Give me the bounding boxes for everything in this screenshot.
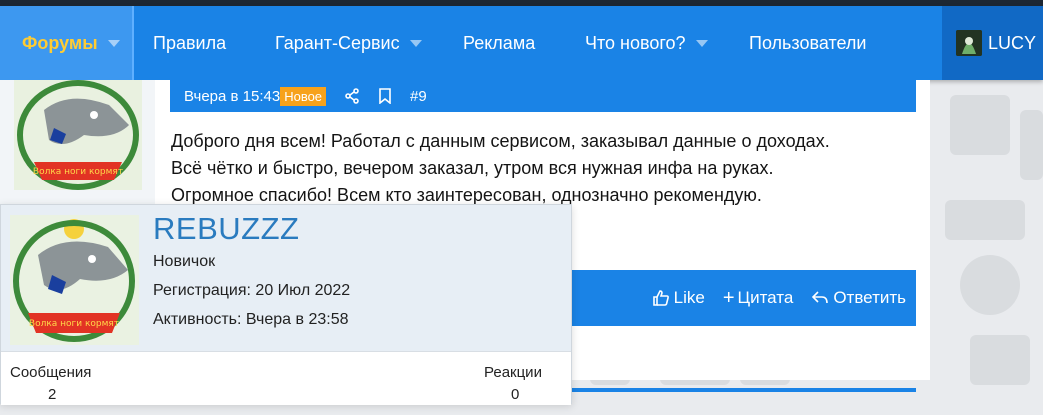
quote-button[interactable]: + Цитата	[723, 288, 794, 308]
nav-item-garant-service[interactable]: Гарант-Сервис	[275, 6, 422, 80]
chevron-down-icon[interactable]	[107, 39, 120, 47]
post-timestamp[interactable]: Вчера в 15:43	[184, 88, 280, 105]
nav-item-label: Правила	[153, 32, 227, 53]
post-actions-bar: Like + Цитата Ответить	[570, 270, 916, 326]
new-badge: Новое	[280, 86, 327, 106]
member-username[interactable]: REBUZZZ	[153, 211, 299, 247]
post-text-line: Доброго дня всем! Работал с данным серви…	[171, 131, 830, 151]
nav-item-forums[interactable]: Форумы	[22, 6, 120, 80]
plus-icon: +	[722, 287, 735, 309]
member-activity: Активность: Вчера в 23:58	[153, 311, 349, 328]
nav-item-rules[interactable]: Правила	[153, 6, 226, 80]
reactions-label: Реакции	[484, 364, 542, 381]
reactions-count[interactable]: 0	[511, 386, 519, 403]
thumbs-up-icon	[652, 290, 669, 306]
post-message: Доброго дня всем! Работал с данным серви…	[171, 128, 921, 209]
chevron-down-icon[interactable]	[409, 39, 422, 47]
member-avatar[interactable]: Волка ноги кормят	[10, 215, 139, 345]
member-stats: Сообщения 2 Реакции 0	[1, 351, 571, 405]
post-header: Вчера в 15:43 Новое #9	[170, 80, 916, 112]
main-navbar: Форумы Правила Гарант-Сервис Реклама Что…	[0, 6, 1043, 80]
member-tooltip-card: Волка ноги кормят REBUZZZ Новичок Регист…	[0, 204, 572, 405]
avatar-caption: Волка ноги кормят	[29, 319, 119, 329]
share-icon[interactable]	[344, 88, 360, 104]
post-author-avatar[interactable]: Волка ноги кормят	[14, 80, 142, 190]
member-title: Новичок	[153, 253, 216, 270]
member-registration: Регистрация: 20 Июл 2022	[153, 282, 351, 299]
nav-item-ads[interactable]: Реклама	[463, 6, 535, 80]
nav-item-label: Что нового?	[585, 32, 686, 53]
next-post-header	[570, 388, 916, 392]
user-avatar[interactable]	[956, 30, 982, 56]
like-label: Like	[673, 288, 705, 307]
bookmark-icon[interactable]	[378, 88, 392, 104]
reply-label: Ответить	[833, 288, 906, 307]
messages-count[interactable]: 2	[48, 386, 56, 403]
reply-button[interactable]: Ответить	[811, 288, 906, 308]
nav-item-label: Реклама	[463, 32, 536, 53]
post-number-link[interactable]: #9	[410, 88, 427, 105]
nav-item-whats-new[interactable]: Что нового?	[585, 6, 708, 80]
nav-item-label: Форумы	[22, 32, 98, 53]
nav-item-label: Гарант-Сервис	[275, 32, 400, 53]
like-button[interactable]: Like	[652, 288, 705, 308]
reply-icon	[812, 291, 829, 304]
nav-item-members[interactable]: Пользователи	[749, 6, 866, 80]
nav-item-label: Пользователи	[749, 32, 867, 53]
avatar-caption: Волка ноги кормят	[33, 167, 123, 177]
chevron-down-icon[interactable]	[695, 39, 708, 47]
messages-label: Сообщения	[10, 364, 92, 381]
quote-label: Цитата	[737, 288, 794, 307]
user-name[interactable]: LUCY	[988, 6, 1036, 80]
post-text-line: Всё чётко и быстро, вечером заказал, утр…	[171, 158, 774, 178]
